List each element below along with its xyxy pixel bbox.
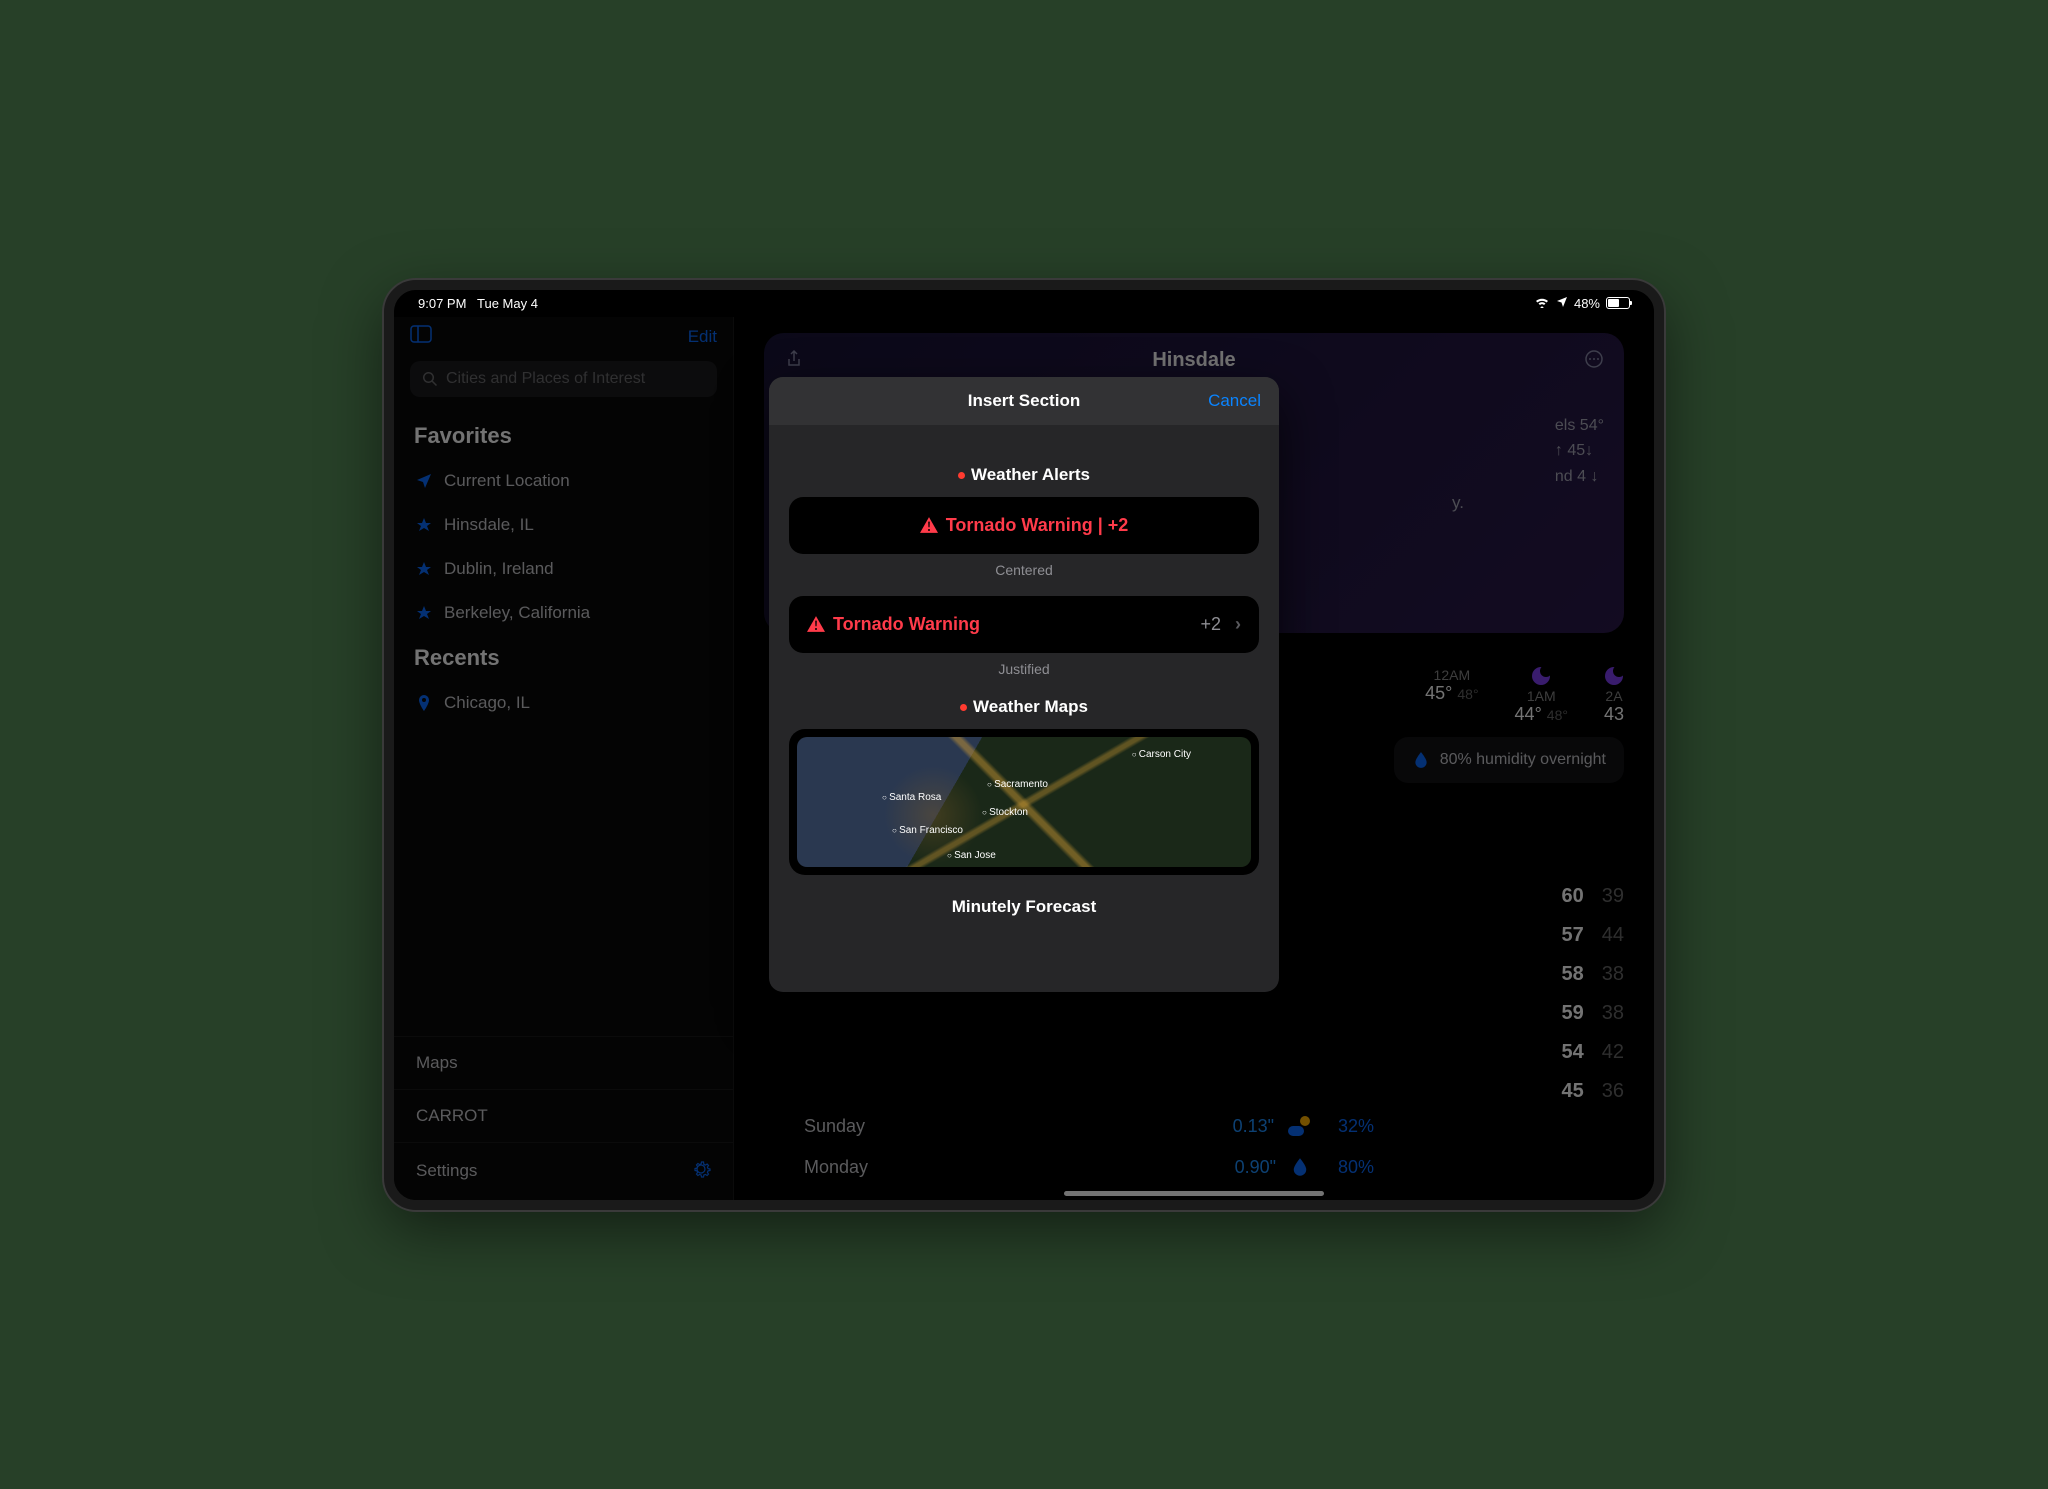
wifi-icon: [1534, 296, 1550, 311]
battery-icon: [1606, 297, 1630, 309]
justified-caption: Justified: [789, 661, 1259, 677]
alert-option-justified[interactable]: Tornado Warning +2 ›: [789, 596, 1259, 653]
insert-section-modal: Insert Section Cancel Weather Alerts: [769, 377, 1279, 992]
red-dot-icon: [960, 704, 967, 711]
map-option[interactable]: Carson City Sacramento Santa Rosa Stockt…: [789, 729, 1259, 875]
status-left: 9:07 PM Tue May 4: [418, 296, 538, 311]
red-dot-icon: [958, 472, 965, 479]
weather-alerts-heading: Weather Alerts: [789, 465, 1259, 485]
main-area: Edit Cities and Places of Interest Favor…: [394, 317, 1654, 1200]
status-right: 48%: [1534, 296, 1630, 311]
battery-percent: 48%: [1574, 296, 1600, 311]
minutely-heading: Minutely Forecast: [789, 897, 1259, 917]
location-services-icon: [1556, 296, 1568, 311]
status-bar: 9:07 PM Tue May 4 48%: [394, 290, 1654, 317]
centered-caption: Centered: [789, 562, 1259, 578]
status-date: Tue May 4: [477, 296, 538, 311]
status-time: 9:07 PM: [418, 296, 466, 311]
modal-header: Insert Section Cancel: [769, 377, 1279, 425]
modal-title: Insert Section: [968, 391, 1080, 411]
alert-option-centered[interactable]: Tornado Warning | +2: [789, 497, 1259, 554]
modal-body[interactable]: Weather Alerts Tornado Warning | +2 Cent…: [769, 425, 1279, 992]
modal-overlay[interactable]: Insert Section Cancel Weather Alerts: [394, 317, 1654, 1200]
alert-triangle-icon: [807, 616, 825, 632]
cancel-button[interactable]: Cancel: [1208, 391, 1261, 411]
map-preview: Carson City Sacramento Santa Rosa Stockt…: [797, 737, 1251, 867]
ipad-device-frame: 9:07 PM Tue May 4 48%: [384, 280, 1664, 1210]
alert-triangle-icon: [920, 517, 938, 533]
chevron-right-icon: ›: [1235, 614, 1241, 635]
screen: 9:07 PM Tue May 4 48%: [394, 290, 1654, 1200]
weather-maps-heading: Weather Maps: [789, 697, 1259, 717]
